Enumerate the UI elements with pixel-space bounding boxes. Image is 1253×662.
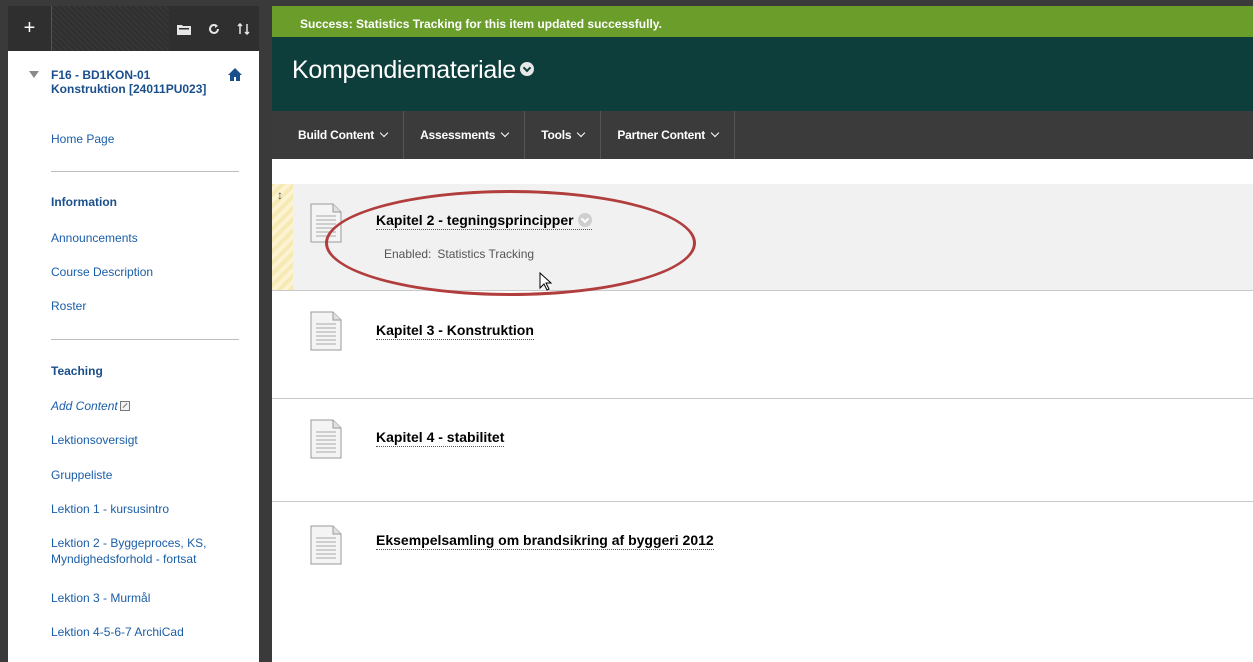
sidebar-item-lektion-3[interactable]: Lektion 3 - Murmål [51,590,150,606]
page-header: Kompendiemateriale [272,37,1253,111]
divider [51,171,239,172]
window-frame-left [0,0,8,662]
course-menu: + F16 - BD1KON-01 Konstruktion [24011PU0… [8,6,259,662]
course-title-line1[interactable]: F16 - BD1KON-01 [51,68,249,82]
document-icon [310,525,342,565]
success-banner: Success: Statistics Tracking for this it… [272,6,1253,37]
partner-content-menu[interactable]: Partner Content [601,111,736,159]
content-item-title[interactable]: Kapitel 2 - tegningsprincipper [376,212,592,230]
build-content-label: Build Content [298,128,375,142]
assessments-label: Assessments [420,128,496,142]
content-item: Kapitel 4 - stabilitet [272,400,1253,502]
sidebar-item-lektion-1[interactable]: Lektion 1 - kursusintro [51,501,169,517]
chevron-down-icon[interactable] [519,62,534,76]
chevron-down-icon [379,128,389,138]
content-item: Kapitel 3 - Konstruktion [272,292,1253,399]
detail-value: Statistics Tracking [437,247,535,261]
course-menu-toolbar: + [8,6,259,51]
item-title-text: Kapitel 2 - tegningsprincipper [376,212,574,228]
toolbar-spacer [52,6,169,51]
chevron-down-icon [501,128,510,138]
home-icon[interactable] [228,68,242,81]
chevron-down-icon [710,128,720,138]
tools-menu[interactable]: Tools [525,111,602,159]
item-details: Enabled: Statistics Tracking [384,247,534,261]
section-heading-teaching[interactable]: Teaching [51,364,103,378]
sidebar-separator[interactable] [259,0,272,662]
sidebar-item-lektion-2-line2: Myndighedsforhold - fortsat [51,552,197,566]
sidebar-item-lektionsoversigt[interactable]: Lektionsoversigt [51,432,138,448]
section-heading-information[interactable]: Information [51,195,117,209]
sidebar-item-gruppeliste[interactable]: Gruppeliste [51,467,112,483]
action-bar: Build Content Assessments Tools Partner … [272,111,1253,159]
sidebar-item-home-page[interactable]: Home Page [51,132,114,146]
collapse-caret-icon[interactable] [29,71,39,78]
document-icon [310,419,342,459]
page-title-text: Kompendiemateriale [292,56,516,84]
content-item-title[interactable]: Eksempelsamling om brandsikring af bygge… [376,532,714,550]
hidden-item-icon [119,401,130,411]
content-item-title[interactable]: Kapitel 3 - Konstruktion [376,322,534,340]
drag-handle[interactable]: ↕ [272,184,293,290]
tools-label: Tools [541,128,572,142]
folder-icon[interactable] [169,6,199,51]
document-icon [310,203,342,243]
sidebar-item-lektion-2[interactable]: Lektion 2 - Byggeproces, KS, Myndighedsf… [51,535,206,567]
chevron-down-icon [577,128,586,138]
sidebar-item-announcements[interactable]: Announcements [51,230,138,246]
sidebar-item-add-content[interactable]: Add Content [51,398,130,414]
course-header: F16 - BD1KON-01 Konstruktion [24011PU023… [8,51,259,121]
sidebar-item-roster[interactable]: Roster [51,298,86,314]
add-content-label: Add Content [51,399,118,413]
build-content-menu[interactable]: Build Content [282,111,405,159]
document-icon [310,311,342,351]
page-title[interactable]: Kompendiemateriale [292,56,534,85]
assessments-menu[interactable]: Assessments [404,111,526,159]
sort-icon[interactable] [229,6,259,51]
content-item: Eksempelsamling om brandsikring af bygge… [272,503,1253,662]
content-item: ↕ Kapitel 2 - tegningsprincipper Enabled… [272,184,1253,291]
mouse-cursor-icon [539,272,553,291]
partner-content-label: Partner Content [617,128,706,142]
sidebar-item-lektion-2-line1: Lektion 2 - Byggeproces, KS, [51,536,207,550]
content-area: Success: Statistics Tracking for this it… [272,6,1253,662]
drag-arrow-icon: ↕ [277,188,283,202]
sidebar-item-lektion-4-7[interactable]: Lektion 4-5-6-7 ArchiCad [51,624,184,640]
plus-icon[interactable]: + [8,6,52,51]
detail-label: Enabled: [384,247,432,261]
chevron-down-icon[interactable] [577,213,592,227]
course-title-line2[interactable]: Konstruktion [24011PU023] [51,82,249,96]
sidebar-item-course-description[interactable]: Course Description [51,264,153,280]
divider [51,339,239,340]
content-item-title[interactable]: Kapitel 4 - stabilitet [376,429,505,447]
refresh-icon[interactable] [199,6,229,51]
